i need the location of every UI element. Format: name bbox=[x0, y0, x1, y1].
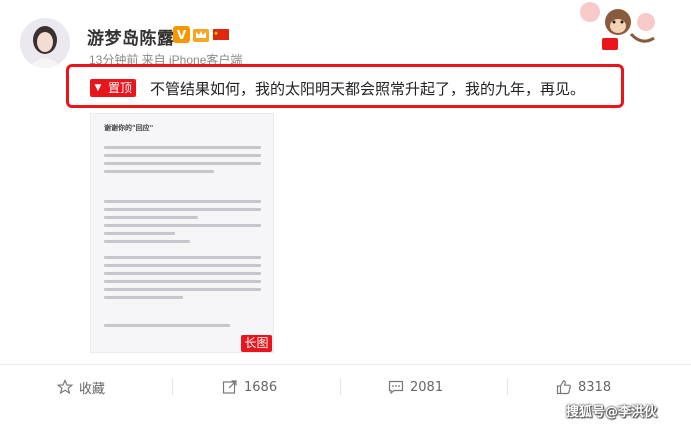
favorite-label: 收藏 bbox=[79, 381, 106, 397]
like-button[interactable]: 8318 bbox=[556, 377, 611, 397]
repost-button[interactable]: 1686 bbox=[222, 377, 277, 397]
long-image[interactable]: 谢谢你的"回应" bbox=[90, 113, 274, 353]
pin-icon: ▼ bbox=[91, 80, 105, 96]
username[interactable]: 游梦岛陈露 bbox=[87, 24, 175, 49]
action-separator bbox=[340, 379, 341, 395]
thumbs-up-icon bbox=[556, 380, 571, 395]
favorite-button[interactable]: 收藏 bbox=[57, 377, 105, 397]
post-text: 不管结果如何，我的太阳明天都会照常升起了，我的九年，再见。 bbox=[150, 80, 586, 98]
long-image-tag: 长图 bbox=[241, 335, 272, 352]
pinned-tag: ▼ 置顶 bbox=[90, 79, 137, 97]
avatar[interactable] bbox=[20, 18, 70, 68]
like-count: 8318 bbox=[578, 379, 612, 395]
divider bbox=[0, 364, 691, 365]
crown-badge-icon[interactable] bbox=[192, 26, 210, 43]
comment-icon bbox=[388, 380, 404, 395]
verified-v-icon[interactable]: V bbox=[173, 26, 190, 43]
image-paragraph bbox=[104, 256, 261, 304]
action-separator bbox=[507, 379, 508, 395]
pinned-label: 置顶 bbox=[105, 80, 136, 96]
image-paragraph bbox=[104, 146, 261, 178]
repost-icon bbox=[222, 380, 237, 394]
china-flag-icon bbox=[213, 29, 229, 40]
monkey-decoration-icon bbox=[580, 2, 655, 50]
star-icon bbox=[57, 379, 73, 395]
user-badges: V bbox=[173, 26, 230, 43]
image-paragraph bbox=[104, 324, 261, 332]
comment-count: 2081 bbox=[410, 379, 444, 395]
comment-button[interactable]: 2081 bbox=[388, 377, 443, 397]
watermark: 搜狐号@李洪伙 bbox=[566, 405, 658, 420]
repost-count: 1686 bbox=[244, 379, 278, 395]
image-title: 谢谢你的"回应" bbox=[104, 124, 154, 132]
action-separator bbox=[172, 379, 173, 395]
image-paragraph bbox=[104, 200, 261, 248]
